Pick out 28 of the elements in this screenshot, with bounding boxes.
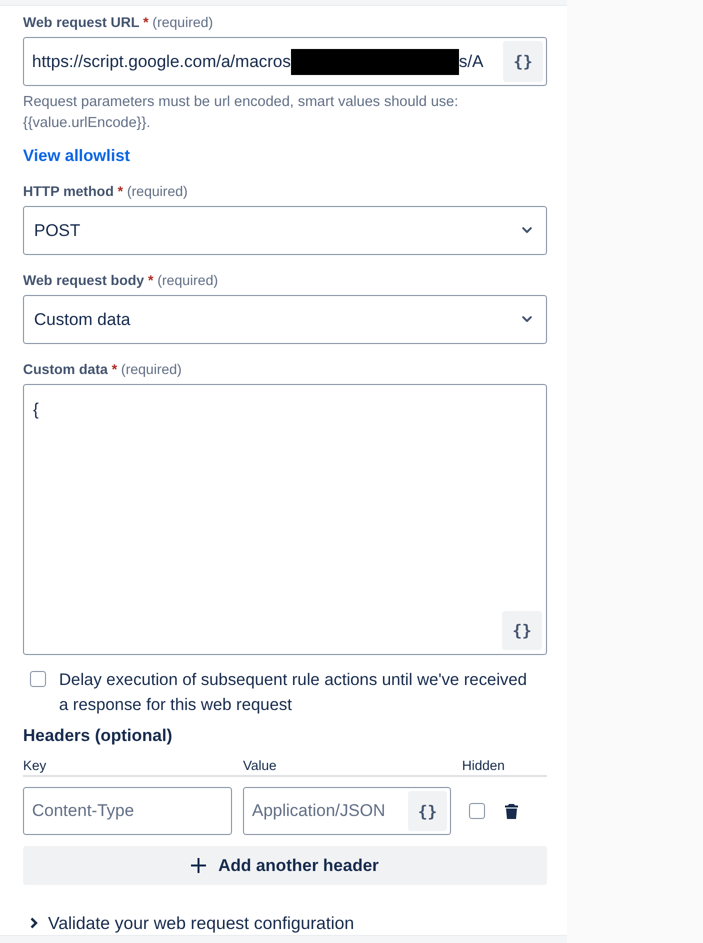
chevron-down-icon [522,316,532,323]
smart-value-button[interactable]: {} [503,41,543,82]
field-label: Custom data * (required) [23,360,183,379]
checkbox[interactable] [469,803,485,819]
plus-icon [191,858,206,873]
value-input-field[interactable]: Application/JSON {} [243,787,451,835]
column-header: Key [23,757,46,775]
column-header: Value [243,757,277,775]
field-label: HTTP method * (required) [23,182,189,201]
allowlist-link[interactable]: View allowlist [23,145,130,167]
field-label: Web request body * (required) [23,271,220,290]
checkbox-label: Delay execution of subsequent rule actions until we've received a response for this web request [59,669,528,716]
column-header: Hidden [462,757,505,775]
section-title: Headers (optional) [23,725,174,747]
helper-text: Request parameters must be url encoded, smart values should use: {{value.urlEncode}}. [23,93,460,133]
add-header-button[interactable]: Add another header [23,846,547,885]
chevron-down-icon [522,227,532,234]
key-input-field[interactable]: Content-Type [23,787,232,835]
smart-value-button[interactable]: {} [502,611,542,650]
method-select[interactable]: POST [23,206,547,255]
checkbox[interactable] [30,671,46,687]
smart-value-button[interactable]: {} [408,791,447,831]
field-label: Web request URL * (required) [23,13,214,32]
url-input-field[interactable]: https://script.google.com/a/macros s/A {} [23,37,547,86]
custom-data-field[interactable]: { {} [23,384,547,655]
trash-icon[interactable] [505,804,518,818]
body-type-select[interactable]: Custom data [23,295,547,344]
validate-toggle[interactable]: Validate your web request configuration [23,913,354,933]
